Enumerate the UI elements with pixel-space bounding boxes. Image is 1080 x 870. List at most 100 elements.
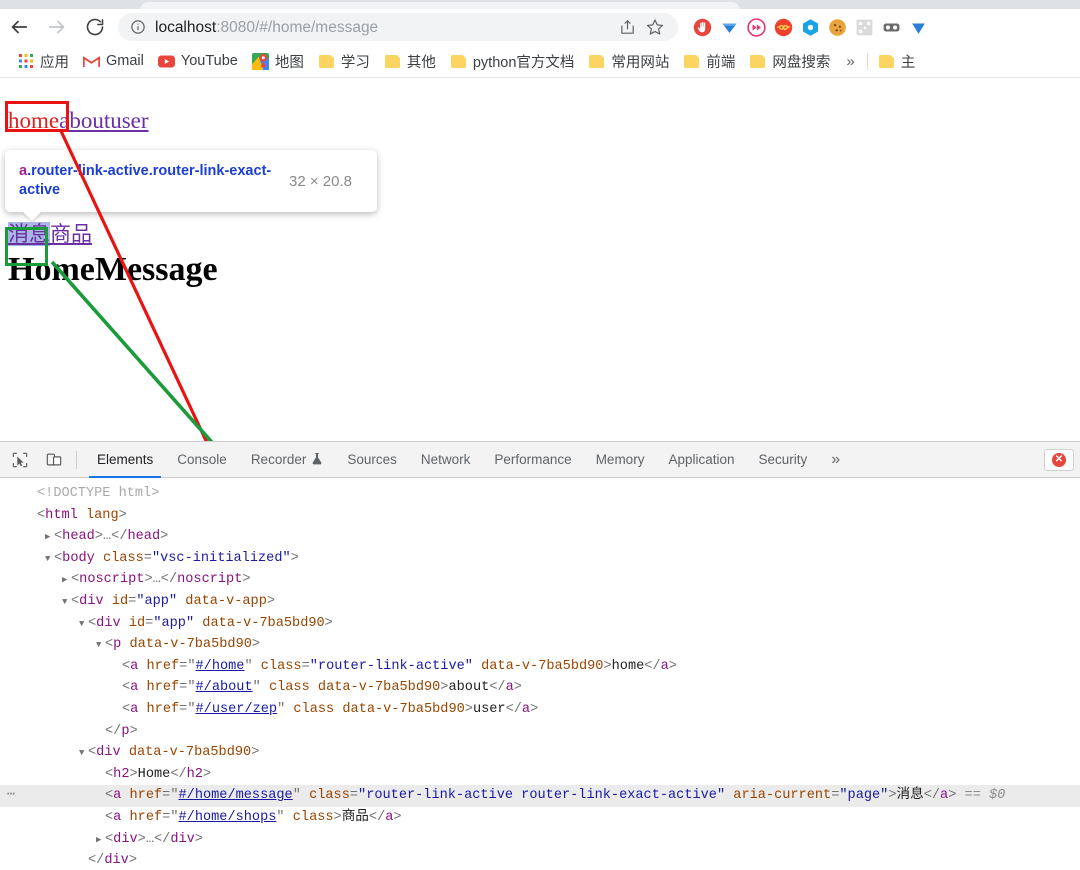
video-speed-extension-icon[interactable]	[744, 15, 768, 39]
back-button[interactable]	[0, 9, 38, 45]
dom-line[interactable]: ▼ <div data-v-7ba5bd90>	[0, 742, 1080, 764]
tab-sources[interactable]: Sources	[335, 442, 409, 478]
adblock-extension-icon[interactable]	[690, 15, 714, 39]
bookmark-folder-netdisk-search[interactable]: 网盘搜索	[742, 48, 837, 75]
dom-line[interactable]: ▼ <div id="app" data-v-7ba5bd90>	[0, 613, 1080, 635]
bookmarks-overflow-button[interactable]: »	[837, 53, 863, 70]
dom-token-attr: data-v-7ba5bd90	[342, 701, 465, 717]
error-circle-icon: ✕	[1052, 452, 1066, 467]
page-link-shops[interactable]: 商品	[50, 222, 92, 246]
devtools-more-tabs-button[interactable]: »	[819, 451, 852, 469]
dom-token-sp	[121, 788, 129, 803]
dom-line[interactable]: <a href="#/about" class data-v-7ba5bd90>…	[0, 677, 1080, 699]
dom-line[interactable]: ▶ <div>…</div>	[0, 829, 1080, 851]
dom-line[interactable]: <a href="#/user/zep" class data-v-7ba5bd…	[0, 699, 1080, 721]
star-icon[interactable]	[642, 14, 668, 40]
bookmark-maps[interactable]: 地图	[245, 48, 311, 75]
forward-button[interactable]	[38, 9, 76, 45]
tab-network[interactable]: Network	[409, 442, 483, 478]
url-path: :8080/#/home/message	[216, 18, 379, 36]
dom-line[interactable]: </div>	[0, 850, 1080, 870]
bookmark-folder-common-sites[interactable]: 常用网站	[581, 48, 676, 75]
twisty-open-icon[interactable]: ▼	[96, 635, 105, 657]
tab-performance[interactable]: Performance	[482, 442, 583, 478]
browser-toolbar: localhost:8080/#/home/message	[0, 9, 1080, 45]
dom-token-lnkv[interactable]: #/home/message	[179, 788, 293, 803]
twisty-open-icon[interactable]: ▼	[79, 614, 88, 636]
bookmark-youtube[interactable]: YouTube	[151, 50, 245, 73]
dom-line[interactable]: <!DOCTYPE html>	[0, 483, 1080, 505]
address-bar[interactable]: localhost:8080/#/home/message	[118, 13, 678, 41]
tab-memory[interactable]: Memory	[584, 442, 657, 478]
glasses-extension-icon[interactable]	[879, 15, 903, 39]
dom-line-gutter-marker[interactable]: ⋯	[0, 785, 22, 807]
twisty-open-icon[interactable]: ▼	[62, 592, 71, 614]
twisty-closed-icon[interactable]: ▶	[62, 570, 71, 592]
dom-token-attr: id	[128, 615, 146, 631]
bookmark-label: 主	[900, 54, 916, 71]
tab-application[interactable]: Application	[656, 442, 746, 478]
dom-token-punct: "	[252, 680, 261, 696]
twisty-open-icon[interactable]: ▼	[45, 549, 54, 571]
dom-line[interactable]: <a href="#/home" class="router-link-acti…	[0, 656, 1080, 678]
error-badge[interactable]: ✕	[1044, 448, 1074, 471]
dom-token-sp	[301, 788, 309, 803]
info-circle-icon[interactable]	[130, 19, 146, 35]
bookmark-apps[interactable]: 应用	[10, 48, 76, 75]
share-icon[interactable]	[614, 14, 640, 40]
tab-recorder[interactable]: Recorder	[239, 442, 336, 478]
omnibox-actions	[614, 14, 668, 40]
device-toolbar-icon[interactable]	[40, 446, 68, 474]
dom-line[interactable]: <a href="#/home/shops" class>商品</a>	[0, 807, 1080, 829]
dom-line[interactable]: ▶ <noscript>…</noscript>	[0, 569, 1080, 591]
dom-token-punct: <	[71, 593, 80, 609]
arrow-left-icon	[8, 16, 30, 38]
dom-token-punct: "	[187, 680, 196, 696]
dom-token-lnkv[interactable]: #/home/shops	[179, 810, 277, 825]
dom-line[interactable]: ▼ <p data-v-7ba5bd90>	[0, 634, 1080, 656]
url-text[interactable]: localhost:8080/#/home/message	[155, 18, 614, 37]
twisty-closed-icon[interactable]: ▶	[45, 527, 54, 549]
page-link-home[interactable]: home	[8, 108, 59, 133]
dom-line[interactable]: ▼ <body class="vsc-initialized">	[0, 548, 1080, 570]
tab-elements[interactable]: Elements	[85, 442, 165, 478]
bookmark-folder-trailing[interactable]: 主	[871, 48, 923, 75]
dom-line[interactable]: <h2>Home</h2>	[0, 764, 1080, 786]
page-link-message[interactable]: 消息	[8, 222, 50, 246]
dom-token-lnkv[interactable]: #/about	[196, 680, 253, 695]
diamond-extension-icon[interactable]	[717, 15, 741, 39]
dom-token-sp	[121, 745, 129, 760]
dom-token-attr: data-v-7ba5bd90	[129, 637, 252, 653]
qrcode-extension-icon[interactable]	[852, 15, 876, 39]
pen-extension-icon[interactable]	[906, 15, 930, 39]
hexagon-extension-icon[interactable]	[798, 15, 822, 39]
infinity-extension-icon[interactable]	[771, 15, 795, 39]
dom-line[interactable]: ▶ <head>…</head>	[0, 526, 1080, 548]
cookie-extension-icon[interactable]	[825, 15, 849, 39]
cursor-inspect-icon[interactable]	[6, 446, 34, 474]
bookmark-folder-other[interactable]: 其他	[377, 48, 443, 75]
tab-console[interactable]: Console	[165, 442, 239, 478]
tab-security[interactable]: Security	[747, 442, 820, 478]
twisty-placeholder	[96, 786, 105, 808]
twisty-closed-icon[interactable]: ▶	[96, 830, 105, 852]
bookmark-folder-study[interactable]: 学习	[311, 48, 377, 75]
dom-line[interactable]: ▼ <div id="app" data-v-app>	[0, 591, 1080, 613]
dom-line[interactable]: </p>	[0, 721, 1080, 743]
page-nav-links: homeaboutuser	[8, 108, 149, 133]
dom-line-selected[interactable]: ⋯ <a href="#/home/message" class="router…	[0, 785, 1080, 807]
page-link-about[interactable]: about	[59, 108, 110, 133]
dom-line[interactable]: <html lang>	[0, 505, 1080, 527]
dom-token-punct: =	[301, 658, 310, 674]
bookmark-folder-frontend[interactable]: 前端	[676, 48, 742, 75]
twisty-open-icon[interactable]: ▼	[79, 743, 88, 765]
dom-token-tag: a	[521, 701, 531, 717]
reload-button[interactable]	[76, 9, 114, 45]
dom-tree[interactable]: <!DOCTYPE html> <html lang> ▶ <head>…</hea…	[0, 478, 1080, 870]
bookmark-gmail[interactable]: Gmail	[76, 50, 151, 73]
dom-token-lnkv[interactable]: #/user/zep	[196, 702, 278, 717]
bookmark-folder-python-docs[interactable]: python官方文档	[443, 48, 582, 75]
page-link-user[interactable]: user	[110, 108, 148, 133]
dom-token-lnkv[interactable]: #/home	[196, 659, 245, 674]
tab-label: Memory	[595, 452, 645, 467]
